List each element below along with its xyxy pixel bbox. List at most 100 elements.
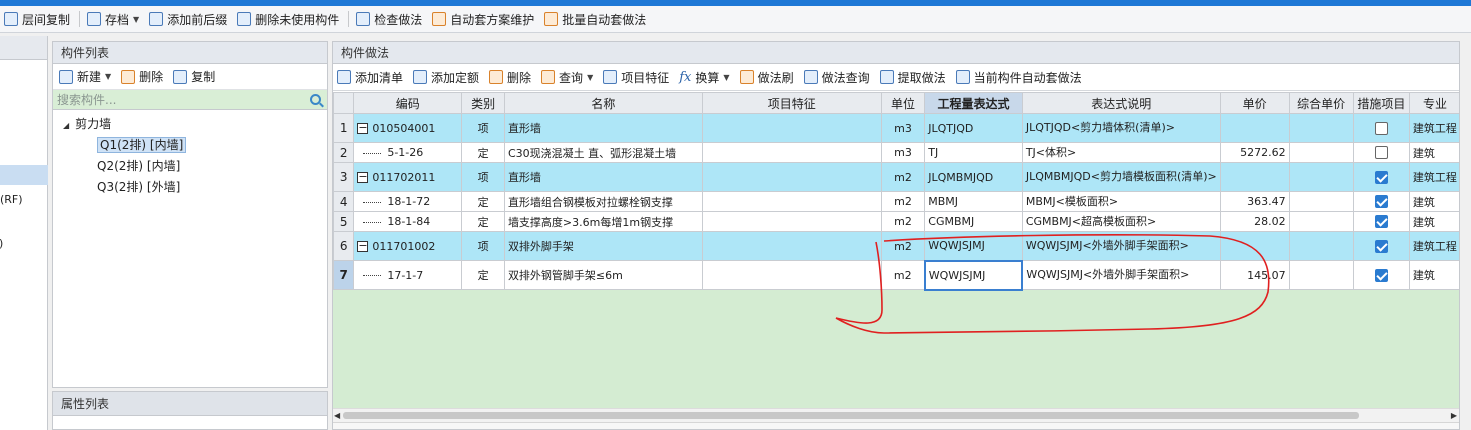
feature-cell[interactable] (701, 113, 882, 143)
row-number[interactable]: 7 (333, 260, 355, 290)
collapse-minus-icon[interactable]: − (357, 240, 369, 252)
category-cell[interactable]: 定 (461, 142, 505, 163)
list-item-row[interactable]: 1−010504001 项直形墙 m3 JLQTJQD JLQTJQD<剪力墙体积(清单… (333, 113, 1459, 143)
column-header[interactable]: 名称 (503, 92, 703, 114)
name-cell[interactable]: 墙支撑高度>3.6m每增1m钢支撑 (503, 211, 703, 232)
unit-price-cell[interactable] (1219, 113, 1290, 143)
column-header[interactable]: 综合单价 (1288, 92, 1354, 114)
composite-price-cell[interactable] (1288, 231, 1354, 261)
category-cell[interactable]: 项 (461, 162, 505, 192)
major-cell[interactable]: 建筑 (1408, 191, 1459, 212)
delete-unused-button[interactable]: 删除未使用构件 (233, 8, 345, 30)
delete-row-button[interactable]: 删除 (487, 66, 539, 88)
tree-node-q3[interactable]: Q3(2排) [外墙] (53, 177, 327, 198)
scroll-left-arrow-icon[interactable]: ◀ (334, 411, 340, 420)
code-cell[interactable]: 5-1-26 (353, 142, 463, 163)
item-feature-button[interactable]: 项目特征 (601, 66, 677, 88)
auto-apply-button[interactable]: 当前构件自动套做法 (954, 66, 1090, 88)
name-cell[interactable]: C30现浇混凝土 直、弧形混凝土墙 (503, 142, 703, 163)
expression-cell[interactable]: WQWJSJMJ (924, 231, 1023, 261)
expression-desc-cell[interactable]: MBMJ<模板面积> (1021, 191, 1221, 212)
code-cell[interactable]: 18-1-72 (353, 191, 463, 212)
collapse-minus-icon[interactable]: − (357, 122, 369, 134)
measure-cell[interactable] (1352, 142, 1410, 163)
feature-cell[interactable] (701, 191, 882, 212)
vertical-scrollbar[interactable] (1460, 41, 1471, 430)
column-header[interactable]: 单价 (1219, 92, 1290, 114)
measure-checkbox[interactable] (1374, 121, 1388, 135)
navigation-selected-item[interactable] (0, 165, 48, 185)
list-item-row[interactable]: 3−011702011 项直形墙 m2 JLQMBMJQD JLQMBMJQD<剪力墙模… (333, 162, 1459, 192)
query-button[interactable]: 查询 ▼ (539, 66, 601, 88)
expression-cell[interactable]: WQWJSJMJ (923, 259, 1024, 291)
quota-row[interactable]: 5 18-1-84 定墙支撑高度>3.6m每增1m钢支撑 m2 CGMBMJ CGMBMJ… (333, 211, 1459, 232)
code-cell[interactable]: 18-1-84 (353, 211, 463, 232)
column-header[interactable]: 编码 (353, 92, 463, 114)
expression-desc-cell[interactable]: CGMBMJ<超高模板面积> (1021, 211, 1221, 232)
copy-floor-button[interactable]: 层间复制 (0, 8, 76, 30)
feature-cell[interactable] (701, 260, 882, 290)
major-cell[interactable]: 建筑 (1408, 211, 1459, 232)
add-list-button[interactable]: 添加清单 (335, 66, 411, 88)
expression-desc-cell[interactable]: WQWJSJMJ<外墙外脚手架面积> (1021, 231, 1221, 261)
quota-row[interactable]: 7 17-1-7 定双排外钢管脚手架≤6m m2 WQWJSJMJ WQWJSJMJ<外墙… (333, 259, 1459, 291)
unit-cell[interactable]: m2 (880, 260, 926, 290)
expression-cell[interactable]: TJ (924, 142, 1023, 163)
name-cell[interactable]: 双排外脚手架 (503, 231, 703, 261)
expression-desc-cell[interactable]: JLQTJQD<剪力墙体积(清单)> (1021, 113, 1221, 143)
name-cell[interactable]: 直形墙 (503, 162, 703, 192)
add-affix-button[interactable]: 添加前后缀 (145, 8, 233, 30)
measure-cell[interactable] (1352, 113, 1410, 143)
scroll-right-arrow-icon[interactable]: ▶ (1451, 411, 1457, 420)
method-query-button[interactable]: 做法查询 (802, 66, 878, 88)
add-quota-button[interactable]: 添加定额 (411, 66, 487, 88)
name-cell[interactable]: 双排外钢管脚手架≤6m (503, 260, 703, 290)
auto-scheme-button[interactable]: 自动套方案维护 (428, 8, 540, 30)
measure-checkbox[interactable] (1374, 239, 1388, 253)
quota-row[interactable]: 2 5-1-26 定 C30现浇混凝土 直、弧形混凝土墙 m3 TJ TJ<体积> 5272.… (333, 142, 1459, 163)
feature-cell[interactable] (701, 162, 882, 192)
unit-cell[interactable]: m2 (880, 162, 926, 192)
measure-checkbox[interactable] (1374, 170, 1388, 184)
unit-price-cell[interactable]: 5272.62 (1219, 142, 1290, 163)
composite-price-cell[interactable] (1288, 162, 1354, 192)
copy-component-button[interactable]: 复制 (171, 66, 223, 88)
measure-cell[interactable] (1352, 191, 1410, 212)
major-cell[interactable]: 建筑工程 (1408, 231, 1459, 261)
collapse-minus-icon[interactable]: − (357, 171, 369, 183)
major-cell[interactable]: 建筑 (1408, 142, 1459, 163)
composite-price-cell[interactable] (1288, 142, 1354, 163)
row-number[interactable]: 6 (333, 231, 355, 261)
save-archive-button[interactable]: 存档 ▼ (83, 8, 145, 30)
unit-cell[interactable]: m2 (880, 211, 926, 232)
expression-cell[interactable]: CGMBMJ (924, 211, 1023, 232)
column-header[interactable]: 表达式说明 (1021, 92, 1221, 114)
tree-node-q2[interactable]: Q2(2排) [内墙] (53, 156, 327, 177)
tree-node-shear-wall[interactable]: ◢ 剪力墙 (53, 114, 327, 135)
measure-checkbox[interactable] (1374, 268, 1388, 282)
column-header[interactable]: 专业 (1408, 92, 1459, 114)
major-cell[interactable]: 建筑 (1408, 260, 1459, 290)
expression-cell[interactable]: MBMJ (924, 191, 1023, 212)
unit-cell[interactable]: m3 (880, 142, 926, 163)
unit-cell[interactable]: m3 (880, 113, 926, 143)
quota-row[interactable]: 4 18-1-72 定直形墙组合钢模板对拉螺栓钢支撑 m2 MBMJ MBMJ<模板面积>… (333, 191, 1459, 212)
delete-component-button[interactable]: 删除 (119, 66, 171, 88)
unit-price-cell[interactable]: 363.47 (1219, 191, 1290, 212)
collapse-triangle-icon[interactable]: ◢ (63, 121, 69, 130)
expression-desc-cell[interactable]: TJ<体积> (1021, 142, 1221, 163)
unit-cell[interactable]: m2 (880, 231, 926, 261)
unit-price-cell[interactable]: 145.07 (1219, 260, 1290, 290)
new-component-button[interactable]: 新建 ▼ (57, 66, 119, 88)
extract-method-button[interactable]: 提取做法 (878, 66, 954, 88)
check-method-button[interactable]: 检查做法 (352, 8, 428, 30)
name-cell[interactable]: 直形墙 (503, 113, 703, 143)
code-cell[interactable]: −010504001 (353, 113, 463, 143)
row-number[interactable]: 2 (333, 142, 355, 163)
component-search-input[interactable]: 搜索构件... (53, 90, 327, 110)
code-cell[interactable]: −011702011 (353, 162, 463, 192)
measure-cell[interactable] (1352, 211, 1410, 232)
column-header[interactable]: 单位 (880, 92, 926, 114)
row-number[interactable]: 5 (333, 211, 355, 232)
expression-cell[interactable]: JLQMBMJQD (924, 162, 1023, 192)
